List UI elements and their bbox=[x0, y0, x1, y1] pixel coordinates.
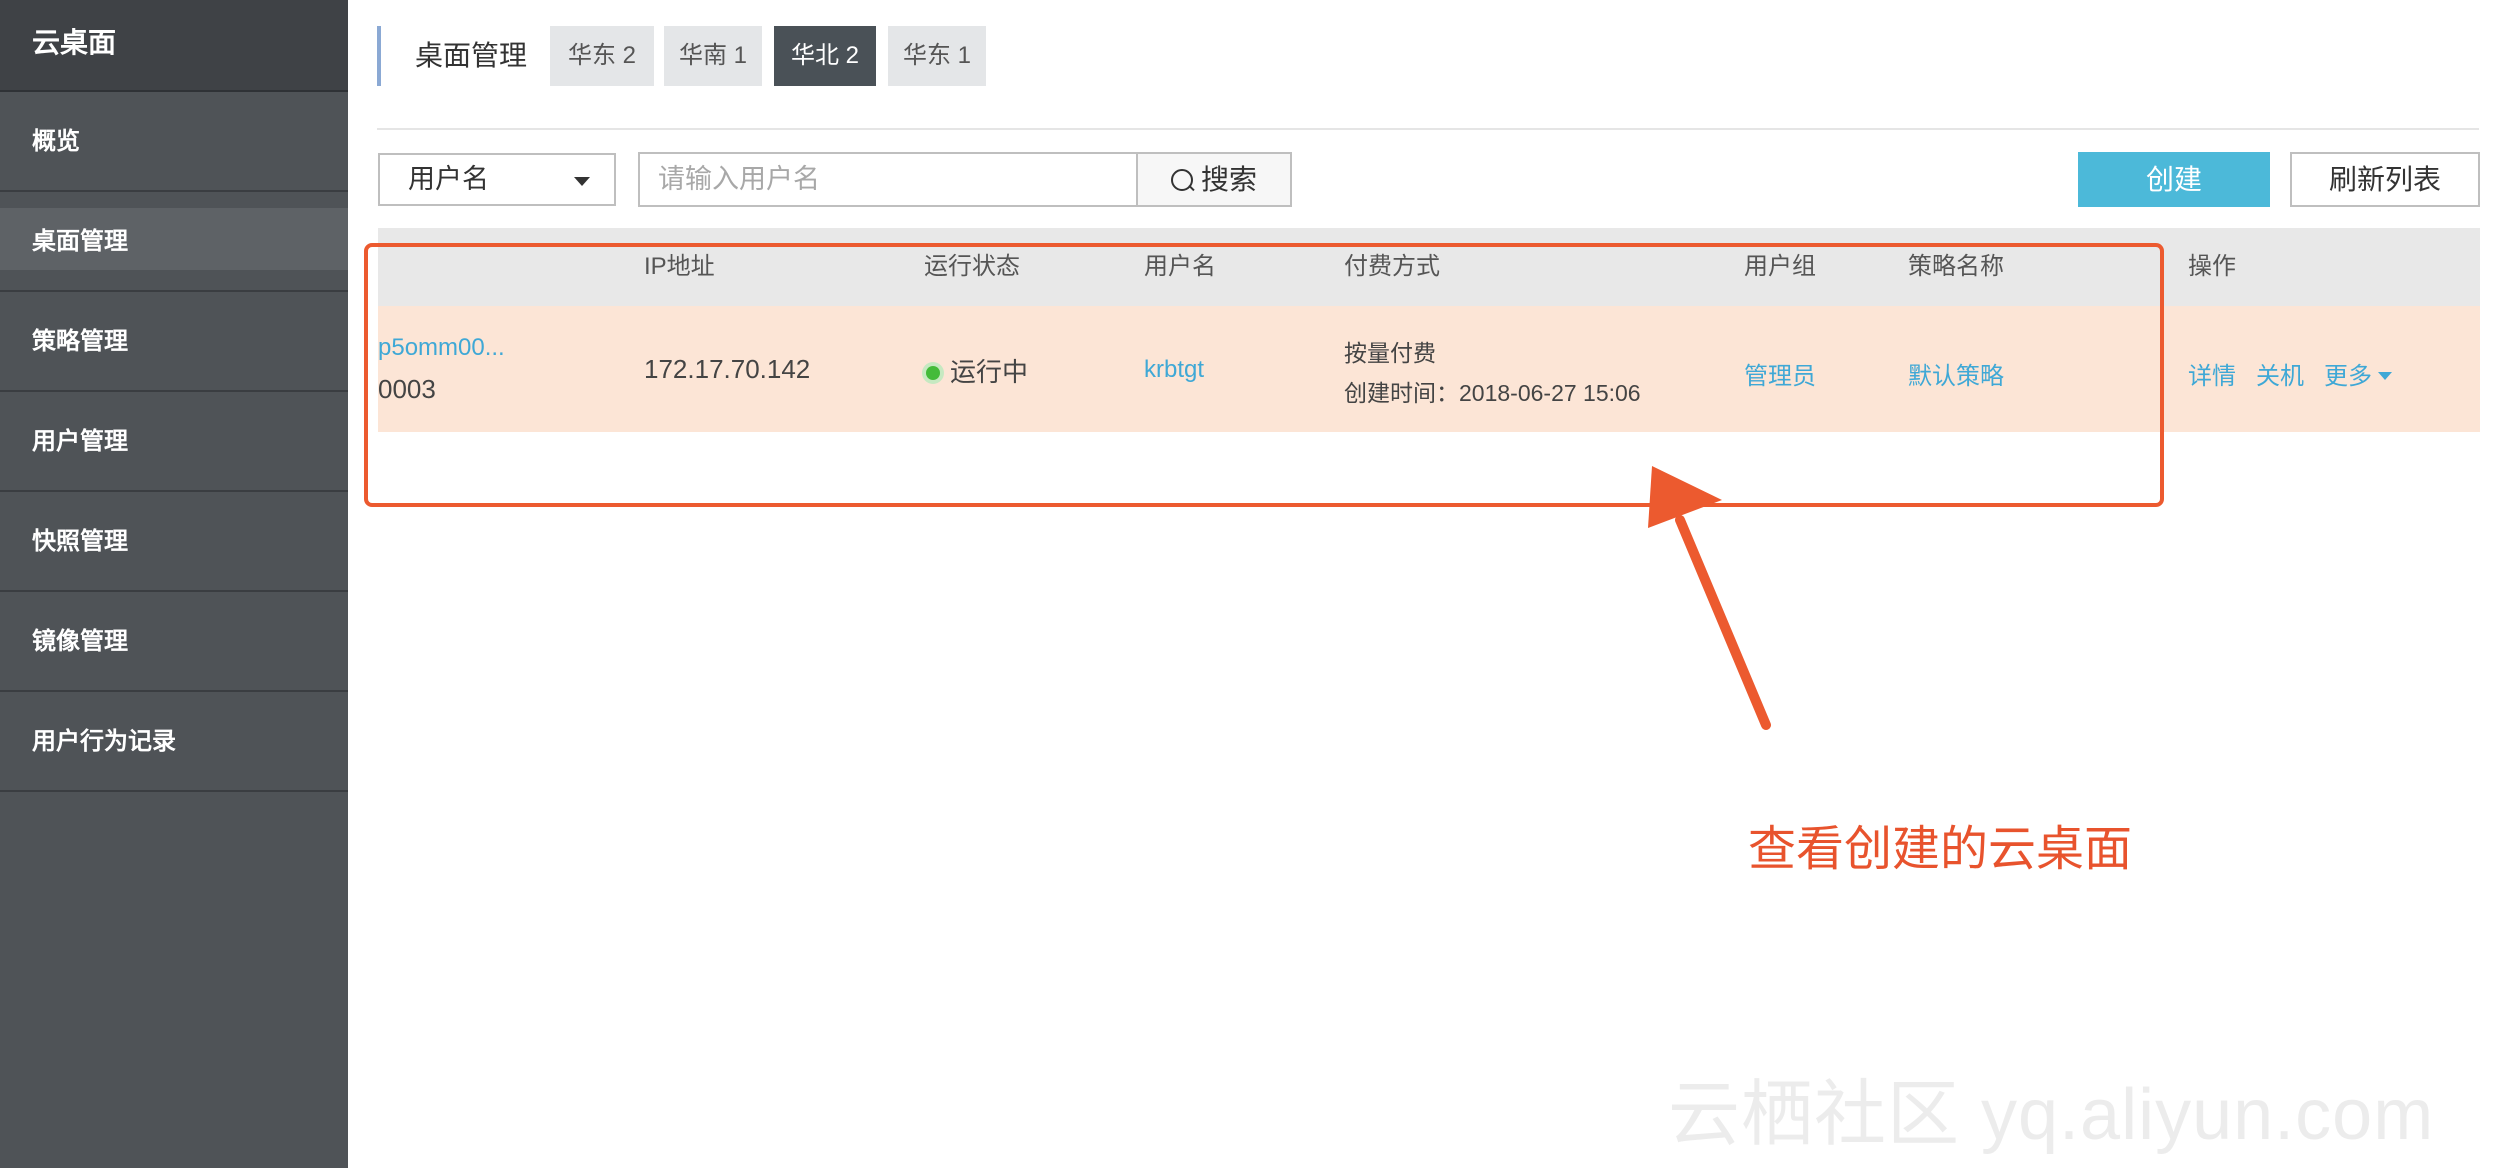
annotation-arrow-icon bbox=[1648, 466, 1771, 730]
annotation-text: 查看创建的云桌面 bbox=[1748, 823, 2133, 876]
watermark: 云栖社区 yq.aliyun.com bbox=[1668, 1075, 2435, 1155]
